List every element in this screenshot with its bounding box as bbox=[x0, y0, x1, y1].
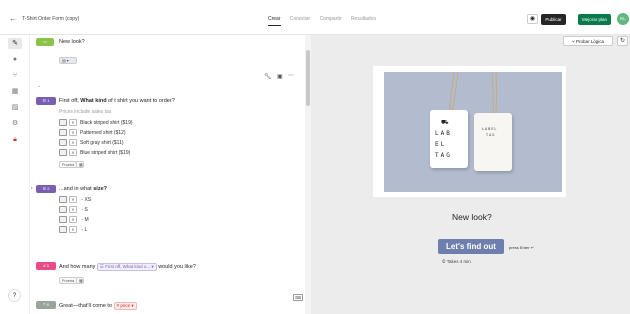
q1-reference-chip[interactable]: ☰ First off, What kind o... ▾ bbox=[96, 263, 157, 271]
publish-button[interactable]: Publicar bbox=[541, 14, 566, 25]
price-variable-chip[interactable]: # price ▾ bbox=[113, 302, 137, 310]
label-tag-front: ⛟ LAB EL TAG bbox=[430, 110, 468, 168]
q1-calc-icon[interactable]: ▦ bbox=[76, 161, 84, 168]
q3-badge[interactable]: # 3 bbox=[36, 262, 56, 270]
pencil-icon[interactable]: ✎ bbox=[8, 38, 22, 49]
tab-resultados[interactable]: Resultados bbox=[351, 16, 376, 22]
strings-illustration bbox=[449, 72, 497, 116]
time-estimate: ⏲ Takes 4 min bbox=[442, 259, 471, 264]
q1-note[interactable]: Prices include sales tax. bbox=[59, 109, 113, 115]
upgrade-plan-button[interactable]: Mejorar plan bbox=[578, 14, 611, 25]
q2-choice-3[interactable]: ✕ - M bbox=[59, 216, 89, 223]
reload-icon[interactable]: ↻ bbox=[617, 36, 628, 46]
calculator-icon[interactable]: ▦ bbox=[8, 86, 22, 97]
welcome-image-thumb[interactable]: ▤ ▾ bbox=[59, 57, 77, 64]
tag-icon: ⛟ bbox=[441, 119, 451, 126]
image-icon[interactable]: ▣ bbox=[277, 73, 283, 80]
wrench-icon[interactable]: 🔧︎ bbox=[264, 73, 272, 80]
start-button[interactable]: Let's find out bbox=[438, 239, 504, 254]
avatar[interactable]: KL bbox=[617, 13, 629, 25]
tab-crear[interactable]: Crear bbox=[268, 16, 281, 26]
preview-question: New look? bbox=[452, 212, 492, 222]
form-name[interactable]: T-Shirt Order Form (copy) bbox=[22, 16, 79, 22]
main-tabs: Crear Conectar Compartir Resultados bbox=[268, 16, 384, 26]
collapse-icon[interactable]: ⌄ bbox=[37, 83, 41, 89]
q2-choice-2[interactable]: ✕ - S bbox=[59, 206, 88, 213]
branch-icon[interactable]: ⑂ bbox=[8, 70, 22, 81]
tag1-line-3: TAG bbox=[435, 152, 452, 159]
welcome-badge[interactable]: ▭ bbox=[36, 38, 54, 46]
q1-badge[interactable]: ☰ 1 bbox=[36, 97, 56, 105]
q3-calc-icon[interactable]: ▦ bbox=[76, 277, 84, 284]
test-logic-button[interactable]: ⑂ Probar Lógica bbox=[563, 36, 613, 46]
q2-choice-4[interactable]: ✕ - L bbox=[59, 226, 87, 233]
q4-badge[interactable]: ❝ 4 bbox=[36, 301, 56, 309]
q1-text[interactable]: First off, What kind of t shirt you want… bbox=[59, 98, 175, 104]
eye-icon[interactable]: ◉ bbox=[527, 14, 538, 24]
tag2-line-2: TAG bbox=[486, 133, 496, 137]
help-button[interactable]: ? bbox=[8, 289, 21, 302]
label-tag-back: LABEL TAG bbox=[474, 113, 512, 171]
clock-icon: ⏲ bbox=[442, 259, 446, 264]
form-editor: ▭ New look? ▤ ▾ 🔧︎ ▣ ⋯ ⌄ ☰ 1 First off, … bbox=[31, 35, 304, 314]
tag2-line-1: LABEL bbox=[482, 127, 498, 131]
press-enter-hint: press Enter ↵ bbox=[509, 245, 534, 250]
q1-choice-2[interactable]: ✕ Patterned shirt ($12) bbox=[59, 129, 126, 136]
branch-icon: ⑂ bbox=[572, 39, 575, 44]
q3-test-tag[interactable]: Prueba bbox=[59, 277, 78, 284]
q1-choice-3[interactable]: ✕ Soft gray shirt ($11) bbox=[59, 139, 124, 146]
welcome-image bbox=[384, 72, 562, 192]
left-sidebar: ✎ ● ⑂ ▦ ▨ ⚙ 🔒︎ bbox=[0, 35, 30, 314]
drop-icon[interactable]: ● bbox=[8, 54, 22, 65]
tab-compartir[interactable]: Compartir bbox=[320, 16, 342, 22]
image-icon[interactable]: ▨ bbox=[8, 102, 22, 113]
more-icon[interactable]: ⋯ bbox=[288, 72, 294, 79]
q2-badge[interactable]: ☰ 2 bbox=[36, 185, 56, 193]
gear-icon[interactable]: ⚙ bbox=[8, 118, 22, 129]
q1-choice-1[interactable]: ✕ Black striped shirt ($19) bbox=[59, 119, 133, 126]
editor-scrollbar-thumb[interactable] bbox=[306, 50, 310, 106]
q1-test-tag[interactable]: Prueba bbox=[59, 161, 78, 168]
q4-text[interactable]: Great—that'll come to # price ▾ bbox=[59, 302, 137, 310]
q3-text[interactable]: And how many ☰ First off, What kind o...… bbox=[59, 263, 196, 271]
keyboard-icon[interactable]: ⌨ bbox=[293, 294, 303, 301]
tag1-line-1: LAB bbox=[435, 130, 452, 137]
q2-choice-1[interactable]: ✕ - XS bbox=[59, 196, 91, 203]
back-arrow-icon[interactable]: ← bbox=[9, 14, 17, 23]
lock-icon[interactable]: 🔒︎ bbox=[8, 134, 22, 145]
tab-conectar[interactable]: Conectar bbox=[290, 16, 310, 22]
q1-choice-4[interactable]: ✕ Blue striped shirt ($19) bbox=[59, 149, 130, 156]
drag-icon[interactable]: ▸ bbox=[31, 185, 33, 190]
welcome-text[interactable]: New look? bbox=[59, 39, 85, 45]
q2-text[interactable]: ...and in what size? bbox=[59, 186, 107, 192]
tag1-line-2: EL bbox=[435, 141, 447, 148]
top-bar: ← T-Shirt Order Form (copy) Crear Conect… bbox=[0, 0, 630, 35]
